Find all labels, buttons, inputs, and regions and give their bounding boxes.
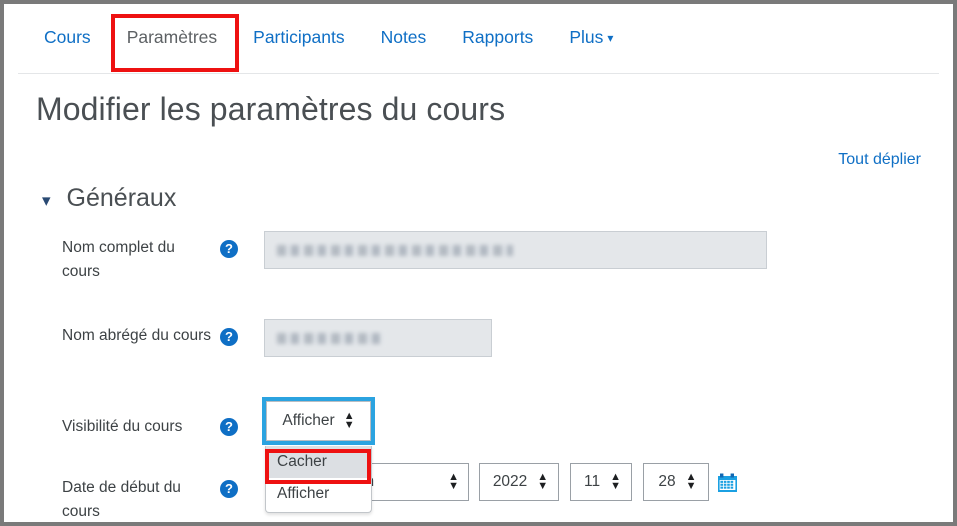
input-fullname[interactable]	[264, 231, 767, 269]
chevron-down-icon: ▾	[42, 191, 51, 210]
course-nav-bar: Cours Paramètres Participants Notes Rapp…	[4, 4, 953, 72]
section-title: Généraux	[66, 184, 177, 212]
help-icon-startdate[interactable]: ?	[220, 480, 238, 498]
course-settings-form: Modifier les paramètres du cours Tout dé…	[4, 74, 953, 522]
expand-all-link[interactable]: Tout déplier	[838, 151, 921, 169]
dropdown-option-cacher[interactable]: Cacher	[266, 446, 371, 478]
section-header-generaux[interactable]: ▾ Généraux	[42, 184, 176, 213]
label-fullname: Nom complet du cours	[62, 239, 175, 281]
tab-plus[interactable]: Plus ▾	[569, 29, 613, 47]
select-arrows-icon: ▲ ▼	[610, 471, 621, 492]
select-start-minute-value: 28	[658, 473, 676, 490]
select-visibility[interactable]: Afficher ▲ ▼	[266, 401, 371, 441]
label-startdate: Date de début du cours	[62, 479, 181, 521]
tab-participants[interactable]: Participants	[253, 29, 344, 47]
select-start-hour-value: 11	[584, 473, 601, 490]
help-icon-visibility[interactable]: ?	[220, 418, 238, 436]
tab-rapports[interactable]: Rapports	[462, 29, 533, 47]
select-arrows-icon: ▲ ▼	[448, 471, 459, 492]
select-arrows-icon: ▲ ▼	[685, 471, 697, 492]
tab-cours[interactable]: Cours	[44, 29, 91, 47]
form-row-visibility: Visibilité du cours ?	[4, 414, 953, 464]
help-icon-fullname[interactable]: ?	[220, 240, 238, 258]
select-start-minute[interactable]: 28 ▲ ▼	[643, 463, 709, 501]
label-shortname: Nom abrégé du cours	[62, 327, 212, 344]
select-arrows-icon: ▲ ▼	[537, 471, 549, 492]
select-start-year[interactable]: 2022 ▲ ▼	[479, 463, 559, 501]
help-icon-shortname[interactable]: ?	[220, 328, 238, 346]
select-start-year-value: 2022	[492, 473, 528, 490]
select-arrows-icon: ▲ ▼	[343, 410, 355, 431]
tab-parametres[interactable]: Paramètres	[127, 29, 217, 47]
input-shortname[interactable]	[264, 319, 492, 357]
tab-plus-label: Plus	[569, 27, 604, 48]
select-start-hour[interactable]: 11 ▲ ▼	[570, 463, 632, 501]
chevron-down-icon: ▾	[607, 31, 614, 46]
browser-page-frame: Cours Paramètres Participants Notes Rapp…	[0, 0, 957, 526]
dropdown-visibility-options[interactable]: Cacher Afficher	[265, 446, 372, 513]
select-visibility-value: Afficher	[282, 412, 335, 429]
form-row-fullname: Nom complet du cours ?	[4, 231, 953, 304]
page-title: Modifier les paramètres du cours	[36, 91, 506, 127]
label-visibility: Visibilité du cours	[62, 418, 183, 435]
redacted-value-shortname	[277, 332, 383, 344]
tab-notes[interactable]: Notes	[381, 29, 427, 47]
calendar-icon[interactable]	[717, 472, 738, 493]
dropdown-option-afficher[interactable]: Afficher	[266, 478, 371, 510]
redacted-value-fullname	[277, 244, 513, 256]
form-row-shortname: Nom abrégé du cours ?	[4, 319, 953, 392]
